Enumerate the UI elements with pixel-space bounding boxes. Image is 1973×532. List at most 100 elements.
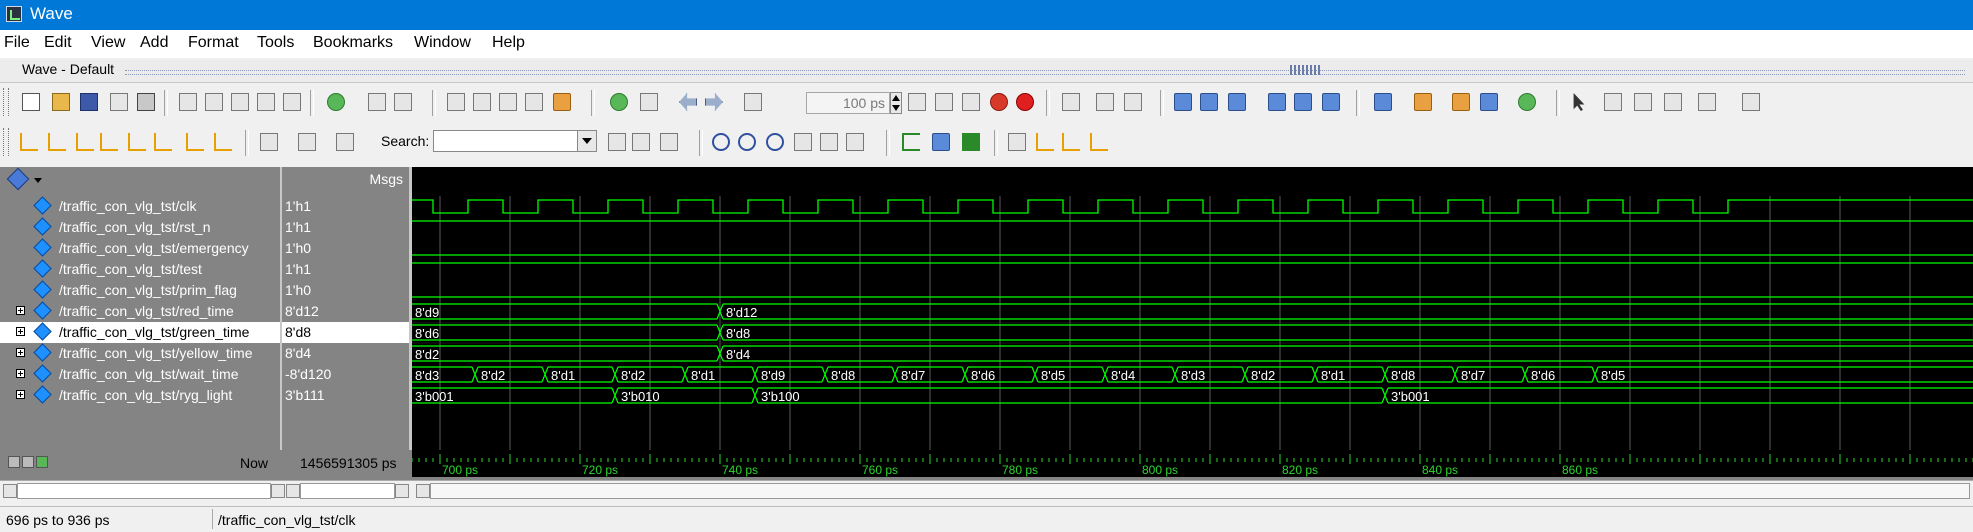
print-icon[interactable]	[137, 93, 155, 111]
signal-value-row[interactable]: 3'b111	[282, 385, 409, 406]
menu-file[interactable]: File	[4, 34, 30, 52]
find-last-transition-icon[interactable]	[214, 133, 232, 151]
signal-value-row[interactable]: 1'h1	[282, 259, 409, 280]
signal-row[interactable]: /traffic_con_vlg_tst/clk	[0, 196, 280, 217]
insert-icon[interactable]	[327, 93, 345, 111]
zoom-full-icon[interactable]	[766, 133, 784, 151]
cursor-edit-icon[interactable]	[22, 456, 34, 468]
menu-add[interactable]: Add	[140, 34, 168, 52]
toolbar-grip[interactable]	[3, 88, 9, 116]
expand-plus-icon[interactable]	[16, 306, 25, 315]
layout-icon[interactable]	[1374, 93, 1392, 111]
scroll-right-arrow[interactable]	[271, 484, 285, 498]
paste-icon[interactable]	[231, 93, 249, 111]
signal-row[interactable]: /traffic_con_vlg_tst/emergency	[0, 238, 280, 259]
layout-coverage-icon[interactable]	[1480, 93, 1498, 111]
layout-reset-icon[interactable]	[1518, 93, 1536, 111]
compile-order-icon[interactable]	[525, 93, 543, 111]
simulate-icon[interactable]	[610, 93, 628, 111]
coverage-icon[interactable]	[1124, 93, 1142, 111]
signal-row[interactable]: /traffic_con_vlg_tst/ryg_light	[0, 385, 280, 406]
layout-debug-icon[interactable]	[1414, 93, 1432, 111]
undo-icon[interactable]	[257, 93, 275, 111]
zoom-cursor-icon[interactable]	[794, 133, 812, 151]
insert-cursor-icon[interactable]	[260, 133, 278, 151]
find-next-transition-icon[interactable]	[128, 133, 146, 151]
waveform-pane[interactable]: 8'd9 8'd12 8'd6 8'd8 8'd2 8'd4 8'd3 8'd2 8'd1 8'd…	[411, 167, 1973, 450]
search-forward-icon[interactable]	[632, 133, 650, 151]
signal-row[interactable]: /traffic_con_vlg_tst/yellow_time	[0, 343, 280, 364]
step-back-icon[interactable]	[679, 93, 697, 111]
pan-mode-icon[interactable]	[1634, 93, 1652, 111]
zoom-in-icon[interactable]	[712, 133, 730, 151]
wave-format-icon[interactable]	[902, 133, 920, 151]
continue-icon[interactable]	[935, 93, 953, 111]
lock-cursor-icon[interactable]	[336, 133, 354, 151]
menu-bookmarks[interactable]: Bookmarks	[313, 34, 393, 52]
signal-row[interactable]: /traffic_con_vlg_tst/test	[0, 259, 280, 280]
expand-plus-icon[interactable]	[16, 390, 25, 399]
expand-plus-icon[interactable]	[16, 327, 25, 336]
run-length-icon[interactable]	[744, 93, 762, 111]
new-file-icon[interactable]	[22, 93, 40, 111]
wave-bar-icon[interactable]	[1008, 133, 1026, 151]
find-previous-edge-icon[interactable]	[48, 133, 66, 151]
scroll-right-arrow[interactable]	[395, 484, 409, 498]
signal-value-row[interactable]: 1'h0	[282, 238, 409, 259]
menu-edit[interactable]: Edit	[44, 34, 72, 52]
wave-compare-icon[interactable]	[1698, 93, 1716, 111]
expand-plus-icon[interactable]	[16, 348, 25, 357]
scroll-left-arrow[interactable]	[286, 484, 300, 498]
break-stop-icon[interactable]	[990, 93, 1008, 111]
step-out-icon[interactable]	[1228, 93, 1246, 111]
scroll-left-arrow[interactable]	[3, 484, 17, 498]
signal-value-row[interactable]: 1'h1	[282, 217, 409, 238]
run-icon[interactable]	[908, 93, 926, 111]
wave-analog-icon[interactable]	[932, 133, 950, 151]
layout-analysis-icon[interactable]	[1452, 93, 1470, 111]
delete-cursor-icon[interactable]	[298, 133, 316, 151]
search-dropdown[interactable]	[577, 130, 597, 152]
cursor-add-icon[interactable]	[8, 456, 20, 468]
waveform-canvas[interactable]: 8'd9 8'd12 8'd6 8'd8 8'd2 8'd4 8'd3 8'd2 8'd1 8'd…	[411, 167, 1973, 450]
toolbar-grip[interactable]	[3, 128, 9, 156]
cut-icon[interactable]	[179, 93, 197, 111]
restart-icon[interactable]	[640, 93, 658, 111]
signal-value-row[interactable]: 1'h0	[282, 280, 409, 301]
columns-icon[interactable]	[394, 93, 412, 111]
run-length-spinner[interactable]	[890, 92, 902, 114]
step-over-icon[interactable]	[1200, 93, 1218, 111]
menu-window[interactable]: Window	[414, 34, 471, 52]
signal-value-row-selected[interactable]: 8'd8	[282, 322, 409, 343]
cursor-new-icon[interactable]	[36, 456, 48, 468]
value-pane-scrollbar[interactable]	[300, 483, 395, 499]
step-over-tb-icon[interactable]	[1294, 93, 1312, 111]
wave-step-icon[interactable]	[1036, 133, 1054, 151]
step-into-icon[interactable]	[1174, 93, 1192, 111]
signal-row-selected[interactable]: /traffic_con_vlg_tst/green_time	[0, 322, 280, 343]
wave-step-alt-icon[interactable]	[1062, 133, 1080, 151]
find-rising-edge-icon[interactable]	[100, 133, 118, 151]
zoom-out-icon[interactable]	[738, 133, 756, 151]
pane-splitter[interactable]	[280, 167, 282, 490]
zoom-range-icon[interactable]	[820, 133, 838, 151]
search-reverse-icon[interactable]	[608, 133, 626, 151]
stop-icon[interactable]	[1016, 93, 1034, 111]
copy-icon[interactable]	[205, 93, 223, 111]
find-falling-edge-icon[interactable]	[76, 133, 94, 151]
compile-all-icon[interactable]	[473, 93, 491, 111]
memory-icon[interactable]	[1096, 93, 1114, 111]
select-mode-icon[interactable]	[1573, 93, 1585, 111]
menu-view[interactable]: View	[91, 34, 125, 52]
traffic-light-icon[interactable]	[1742, 93, 1760, 111]
wave-step-end-icon[interactable]	[1090, 133, 1108, 151]
wave-pane-scrollbar[interactable]	[430, 483, 1970, 499]
compile-selected-icon[interactable]	[499, 93, 517, 111]
signal-row[interactable]: /traffic_con_vlg_tst/rst_n	[0, 217, 280, 238]
performance-icon[interactable]	[1062, 93, 1080, 111]
run-all-icon[interactable]	[962, 93, 980, 111]
menu-help[interactable]: Help	[492, 34, 525, 52]
signal-value-row[interactable]: 8'd12	[282, 301, 409, 322]
zoom-mode-icon[interactable]	[1604, 93, 1622, 111]
save-icon[interactable]	[80, 93, 98, 111]
